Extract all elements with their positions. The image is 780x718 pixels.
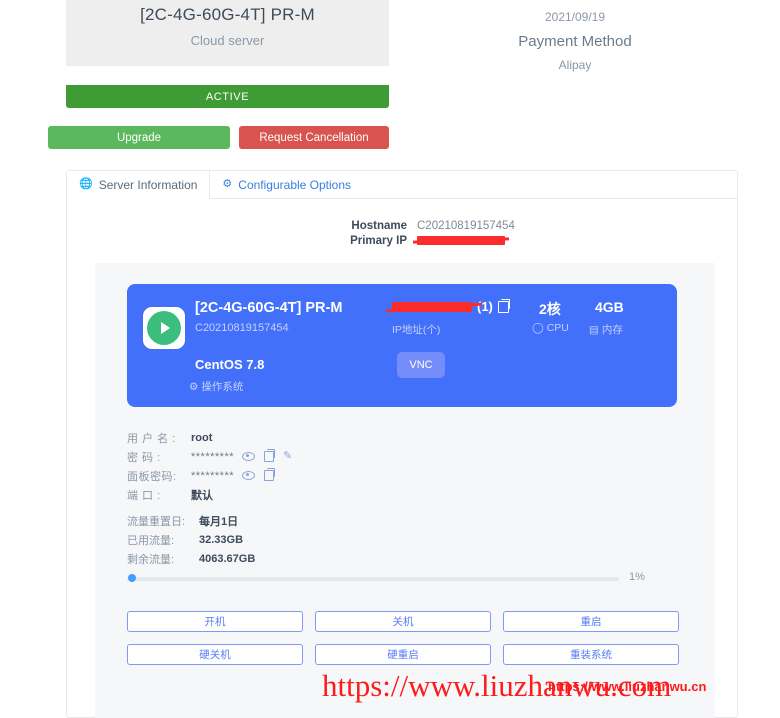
username-label: 用 户 名 : [127,432,176,445]
tab-bar: 🌐 Server Information ⚙ Configurable Opti… [67,171,364,199]
server-console-region: [2C-4G-60G-4T] PR-M C20210819157454 Cent… [95,263,715,718]
username-value: root [191,431,213,444]
copy-icon[interactable] [264,468,276,481]
power-on-status-icon [143,307,185,349]
password-label: 密 码 : [127,451,161,464]
force-restart-button[interactable]: 硬重启 [315,644,491,665]
server-card-cpu-value: 2核 [539,301,561,317]
force-shutdown-button[interactable]: 硬关机 [127,644,303,665]
play-circle [147,311,181,345]
server-card-memory-label: ▤ 内存 [589,322,623,337]
password-value: ********* [191,450,235,463]
tab-server-information-label: Server Information [98,177,198,192]
shutdown-button[interactable]: 关机 [315,611,491,632]
host-details: Hostname C20210819157454 Primary IP [67,219,737,249]
server-panel: 🌐 Server Information ⚙ Configurable Opti… [66,170,738,718]
status-badge: ACTIVE [66,85,389,108]
request-cancellation-button[interactable]: Request Cancellation [239,126,389,149]
traffic-reset-label: 流量重置日: [127,515,186,528]
gear-icon: ⚙ [189,381,199,393]
memory-label-text: 内存 [601,324,623,336]
progress-track [127,577,619,581]
hostname-label: Hostname [351,220,407,232]
edit-icon[interactable]: ✎ [283,451,292,462]
tab-configurable-options[interactable]: ⚙ Configurable Options [210,171,364,199]
memory-icon: ▤ [589,324,599,336]
server-card-os-label: ⚙ 操作系统 [189,379,243,394]
vnc-button[interactable]: VNC [397,352,445,378]
server-card-ip-label: IP地址(个) [392,324,441,336]
ip-redaction-bar [392,301,472,312]
server-card-memory-value: 4GB [595,299,624,315]
tab-configurable-options-label: Configurable Options [238,177,352,192]
port-value: 默认 [191,489,213,502]
hostname-value: C20210819157454 [417,220,515,232]
hostname-row: Hostname C20210819157454 [67,219,737,234]
port-label: 端 口 : [127,489,161,502]
product-subtitle: Cloud server [190,33,265,48]
globe-icon: 🌐 [79,178,93,190]
progress-handle[interactable] [128,574,136,582]
panel-password-value: ********* [191,469,235,482]
traffic-list: 流量重置日: 每月1日 已用流量: 32.33GB 剩余流量: 4063.67G… [127,511,547,568]
reinstall-system-button[interactable]: 重装系统 [503,644,679,665]
server-card-uuid: C20210819157454 [195,322,289,334]
power-actions: 开机 关机 重启 硬关机 硬重启 重装系统 [127,611,679,665]
traffic-used-value: 32.33GB [199,533,244,546]
billing-summary: Next Due Date 2021/09/19 Payment Method … [440,0,710,76]
page-title: [2C-4G-60G-4T] PR-M [140,5,315,24]
cpu-label-text: CPU [546,322,569,334]
eye-icon[interactable] [242,471,256,480]
panel-password-label: 面板密码: [127,470,177,483]
traffic-row-remaining: 剩余流量: 4063.67GB [127,549,547,568]
credential-row-username: 用 户 名 : root [127,428,547,447]
credential-row-port: 端 口 : 默认 [127,485,547,504]
traffic-reset-value: 每月1日 [199,515,239,528]
os-label-text: 操作系统 [201,381,244,393]
payment-method-label: Payment Method [518,33,632,50]
product-summary-card: [2C-4G-60G-4T] PR-M Cloud server [66,0,389,66]
sliders-icon: ⚙ [222,178,233,190]
panel-password-actions [242,468,276,481]
next-due-date-value: 2021/09/19 [544,10,606,24]
server-overview-card: [2C-4G-60G-4T] PR-M C20210819157454 Cent… [127,284,677,407]
cpu-icon: ◯ [532,322,544,334]
copy-ip-icon[interactable] [497,298,510,313]
password-actions: ✎ [242,449,292,462]
traffic-used-label: 已用流量: [127,534,175,547]
credentials-list: 用 户 名 : root 密 码 : ********* ✎ 面板密码: ***… [127,428,547,504]
play-triangle [161,322,170,334]
traffic-row-used: 已用流量: 32.33GB [127,530,547,549]
summary-row: [2C-4G-60G-4T] PR-M Cloud server ACTIVE … [0,0,780,160]
server-card-os-value: CentOS 7.8 [195,357,265,372]
primary-ip-row: Primary IP [67,234,737,249]
traffic-row-reset-day: 流量重置日: 每月1日 [127,511,547,530]
primary-ip-label: Primary IP [350,235,407,247]
server-card-ip: (1) [392,298,510,314]
copy-icon[interactable] [264,449,276,462]
progress-percent-label: 1% [629,571,645,583]
upgrade-button[interactable]: Upgrade [48,126,230,149]
tab-server-information[interactable]: 🌐 Server Information [67,171,211,199]
power-on-button[interactable]: 开机 [127,611,303,632]
credential-row-password: 密 码 : ********* ✎ [127,447,547,466]
traffic-remaining-value: 4063.67GB [199,552,256,565]
traffic-remaining-label: 剩余流量: [127,553,175,566]
traffic-progress[interactable]: 1% [127,571,677,586]
payment-method-value: Alipay [558,58,592,72]
ip-count: (1) [477,299,493,314]
server-card-name: [2C-4G-60G-4T] PR-M [195,300,343,316]
server-card-cpu-label: ◯ CPU [532,322,569,334]
primary-ip-value-redacted [417,234,505,249]
eye-icon[interactable] [242,452,256,461]
redaction-bar [417,236,505,245]
credential-row-panel-password: 面板密码: ********* [127,466,547,485]
restart-button[interactable]: 重启 [503,611,679,632]
